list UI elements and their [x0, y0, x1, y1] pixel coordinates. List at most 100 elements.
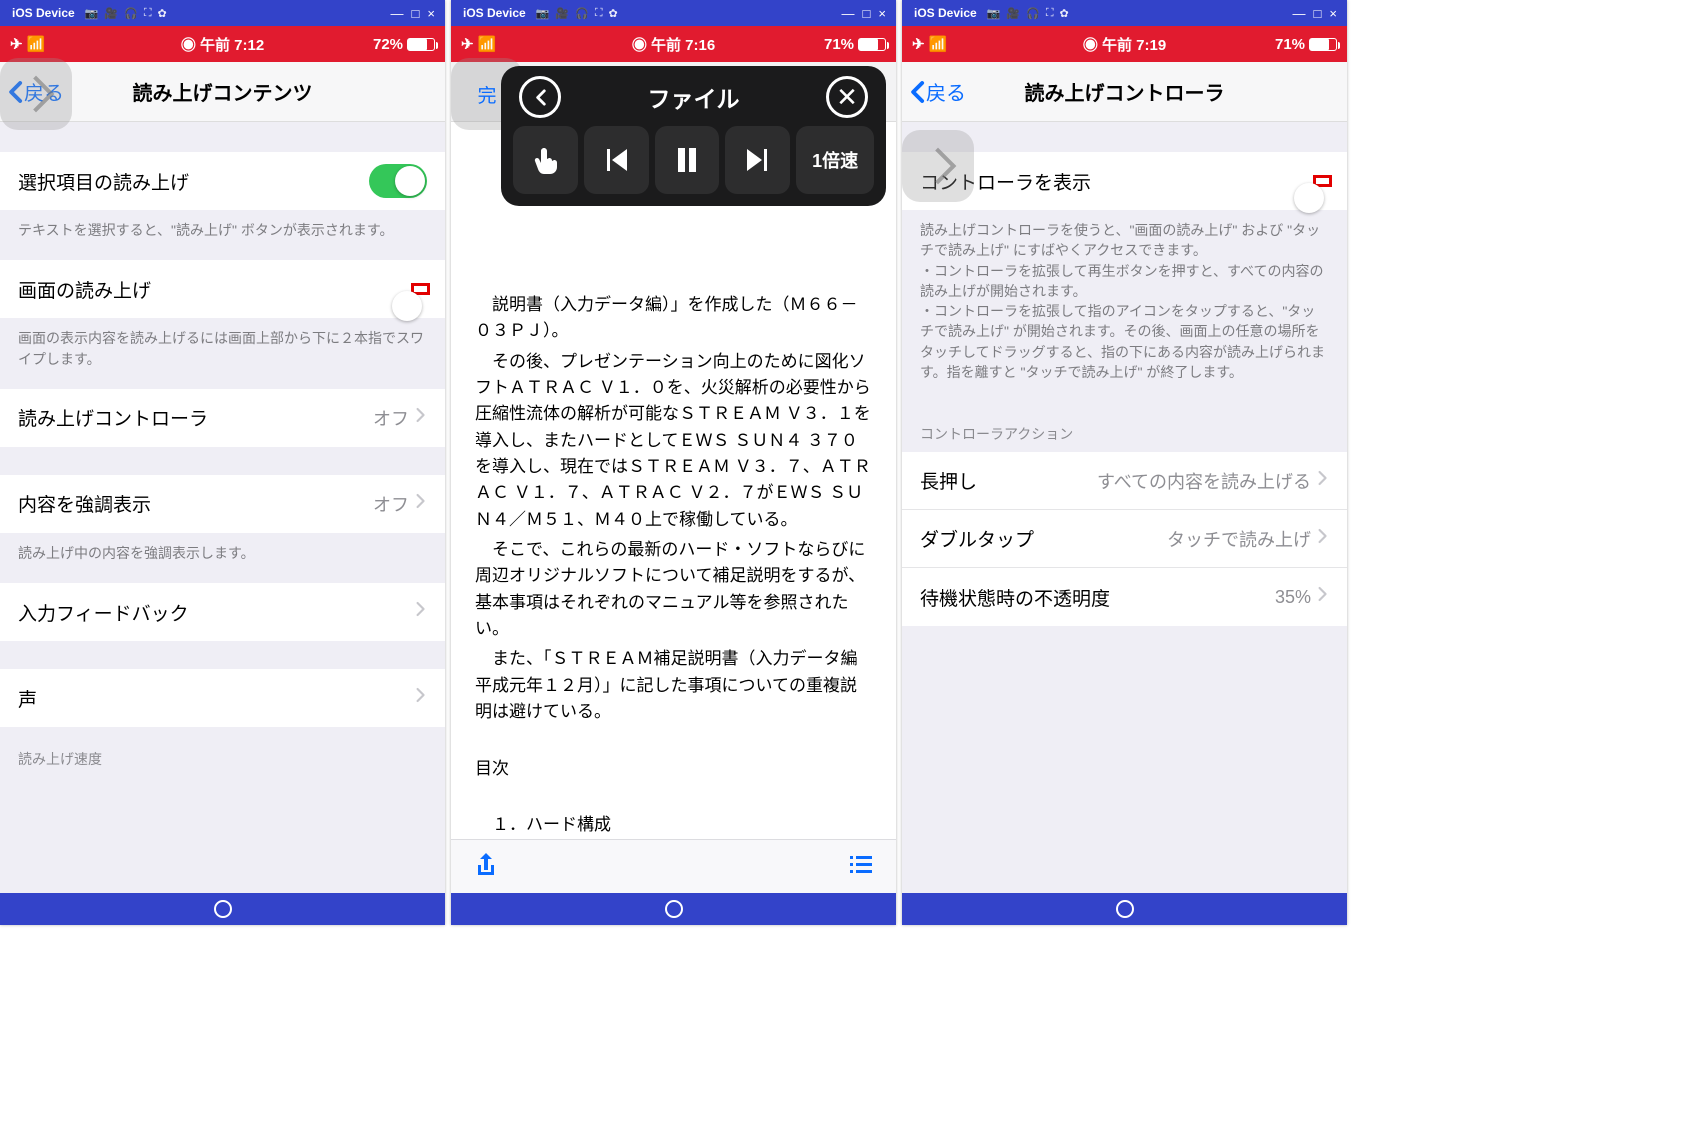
- toc-item: １．ハード構成: [475, 812, 872, 838]
- nav-bar: 戻る 読み上げコントローラ: [902, 62, 1347, 122]
- headphones-icon[interactable]: 🎧: [575, 7, 589, 20]
- share-button[interactable]: [473, 851, 499, 882]
- chevron-right-icon: [415, 407, 427, 429]
- clock: 午前 7:16: [651, 37, 715, 54]
- chevron-right-icon: [415, 493, 427, 515]
- battery-icon: [1309, 38, 1337, 51]
- settings-content: 選択項目の読み上げ テキストを選択すると、"読み上げ" ボタンが表示されます。 …: [0, 122, 445, 893]
- outline-button[interactable]: [848, 851, 874, 882]
- settings-content: コントローラを表示 読み上げコントローラを使うと、"画面の読み上げ" および "…: [902, 122, 1347, 893]
- expand-icon[interactable]: ⛶: [144, 7, 152, 20]
- clock: 午前 7:12: [200, 37, 264, 54]
- minimize-button[interactable]: —: [389, 6, 406, 21]
- toc-title: 目次: [475, 756, 872, 782]
- expand-icon[interactable]: ⛶: [1046, 7, 1054, 20]
- emulator-title: iOS Device: [12, 6, 75, 20]
- pause-button[interactable]: [655, 126, 720, 194]
- home-button[interactable]: [214, 900, 232, 918]
- record-icon: ◉: [1083, 37, 1098, 54]
- row-speak-selection[interactable]: 選択項目の読み上げ: [0, 152, 445, 210]
- expand-icon[interactable]: ⛶: [595, 7, 603, 20]
- chevron-right-icon: [1317, 528, 1329, 550]
- speak-controller-overlay[interactable]: ファイル ✕ 1倍速: [501, 66, 886, 206]
- record-icon: ◉: [632, 37, 647, 54]
- camera-icon[interactable]: 📷: [85, 7, 99, 20]
- row-voices[interactable]: 声: [0, 669, 445, 727]
- overlay-title: ファイル: [648, 80, 740, 114]
- note-speak-screen: 画面の表示内容を読み上げるには画面上部から下に２本指でスワイプします。: [0, 318, 445, 389]
- assistive-touch-bubble[interactable]: [0, 58, 72, 130]
- wifi-icon: 📶: [929, 35, 948, 53]
- document-toolbar: [451, 839, 896, 893]
- touch-read-button[interactable]: [513, 126, 578, 194]
- rate-button[interactable]: 1倍速: [796, 126, 874, 194]
- video-icon[interactable]: 🎥: [104, 7, 118, 20]
- doc-para: そこで、これらの最新のハード・ソフトならびに周辺オリジナルソフトについて補足説明…: [475, 537, 872, 642]
- camera-icon[interactable]: 📷: [987, 7, 1001, 20]
- headphones-icon[interactable]: 🎧: [124, 7, 138, 20]
- headphones-icon[interactable]: 🎧: [1026, 7, 1040, 20]
- toggle-speak-selection[interactable]: [369, 164, 427, 198]
- note-controller: 読み上げコントローラを使うと、"画面の読み上げ" および "タッチで読み上げ" …: [902, 210, 1347, 402]
- close-button[interactable]: ×: [1327, 6, 1339, 21]
- close-button[interactable]: ×: [876, 6, 888, 21]
- row-idle-opacity[interactable]: 待機状態時の不透明度 35%: [902, 568, 1347, 626]
- emulator-titlebar: iOS Device 📷 🎥 🎧 ⛶ ✿ — □ ×: [902, 0, 1347, 26]
- airplane-icon: ✈: [912, 35, 925, 53]
- home-button[interactable]: [665, 900, 683, 918]
- maximize-button[interactable]: □: [410, 6, 422, 21]
- row-long-press[interactable]: 長押し すべての内容を読み上げる: [902, 452, 1347, 510]
- battery-pct: 71%: [1275, 36, 1305, 53]
- video-icon[interactable]: 🎥: [1006, 7, 1020, 20]
- collapse-button[interactable]: [519, 76, 561, 118]
- note-speak-selection: テキストを選択すると、"読み上げ" ボタンが表示されます。: [0, 210, 445, 260]
- back-button[interactable]: 戻る: [902, 77, 972, 106]
- maximize-button[interactable]: □: [1312, 6, 1324, 21]
- record-icon: ◉: [181, 37, 196, 54]
- emulator-titlebar: iOS Device 📷 🎥 🎧 ⛶ ✿ — □ ×: [0, 0, 445, 26]
- minimize-button[interactable]: —: [840, 6, 857, 21]
- gear-icon[interactable]: ✿: [158, 7, 167, 20]
- document-body[interactable]: 説明書（入力データ編）」を作成した（Ｍ６６－０３ＰＪ）。 その後、プレゼンテーシ…: [451, 122, 896, 839]
- maximize-button[interactable]: □: [861, 6, 873, 21]
- camera-icon[interactable]: 📷: [536, 7, 550, 20]
- doc-para: 説明書（入力データ編）」を作成した（Ｍ６６－０３ＰＪ）。: [475, 292, 872, 345]
- emulator-bottom-bar: [902, 893, 1347, 925]
- airplane-icon: ✈: [10, 35, 23, 53]
- chevron-right-icon: [415, 687, 427, 709]
- chevron-right-icon: [1317, 470, 1329, 492]
- gear-icon[interactable]: ✿: [1060, 7, 1069, 20]
- emulator-bottom-bar: [0, 893, 445, 925]
- ios-status-bar: ✈ 📶 ◉ 午前 7:12 72%: [0, 26, 445, 62]
- emulator-titlebar: iOS Device 📷 🎥 🎧 ⛶ ✿ — □ ×: [451, 0, 896, 26]
- panel-spoken-content: iOS Device 📷 🎥 🎧 ⛶ ✿ — □ × ✈ 📶 ◉ 午前 7:12…: [0, 0, 445, 925]
- minimize-button[interactable]: —: [1291, 6, 1308, 21]
- panel-speak-controller-settings: iOS Device 📷 🎥 🎧 ⛶ ✿ — □ × ✈ 📶 ◉ 午前 7:19…: [902, 0, 1347, 925]
- chevron-right-icon: [1317, 586, 1329, 608]
- battery-icon: [407, 38, 435, 51]
- assistive-touch-bubble[interactable]: [902, 130, 974, 202]
- ios-status-bar: ✈ 📶 ◉ 午前 7:19 71%: [902, 26, 1347, 62]
- airplane-icon: ✈: [461, 35, 474, 53]
- close-button[interactable]: ×: [425, 6, 437, 21]
- row-typing-feedback[interactable]: 入力フィードバック: [0, 583, 445, 641]
- gear-icon[interactable]: ✿: [609, 7, 618, 20]
- video-icon[interactable]: 🎥: [555, 7, 569, 20]
- row-speak-screen[interactable]: 画面の読み上げ: [0, 260, 445, 318]
- section-rate: 読み上げ速度: [0, 727, 445, 777]
- close-overlay-button[interactable]: ✕: [826, 76, 868, 118]
- next-button[interactable]: [725, 126, 790, 194]
- row-highlight-content[interactable]: 内容を強調表示 オフ: [0, 475, 445, 533]
- panel-reading-document: iOS Device 📷 🎥 🎧 ⛶ ✿ — □ × ✈ 📶 ◉ 午前 7:16…: [451, 0, 896, 925]
- row-speak-controller[interactable]: 読み上げコントローラ オフ: [0, 389, 445, 447]
- prev-button[interactable]: [584, 126, 649, 194]
- row-double-tap[interactable]: ダブルタップ タッチで読み上げ: [902, 510, 1347, 568]
- ios-status-bar: ✈ 📶 ◉ 午前 7:16 71%: [451, 26, 896, 62]
- wifi-icon: 📶: [478, 35, 497, 53]
- home-button[interactable]: [1116, 900, 1134, 918]
- doc-para: その後、プレゼンテーション向上のために図化ソフトＡＴＲＡＣ Ｖ１．０を、火災解析…: [475, 349, 872, 533]
- clock: 午前 7:19: [1102, 37, 1166, 54]
- battery-pct: 72%: [373, 36, 403, 53]
- note-highlight: 読み上げ中の内容を強調表示します。: [0, 533, 445, 583]
- emulator-bottom-bar: [451, 893, 896, 925]
